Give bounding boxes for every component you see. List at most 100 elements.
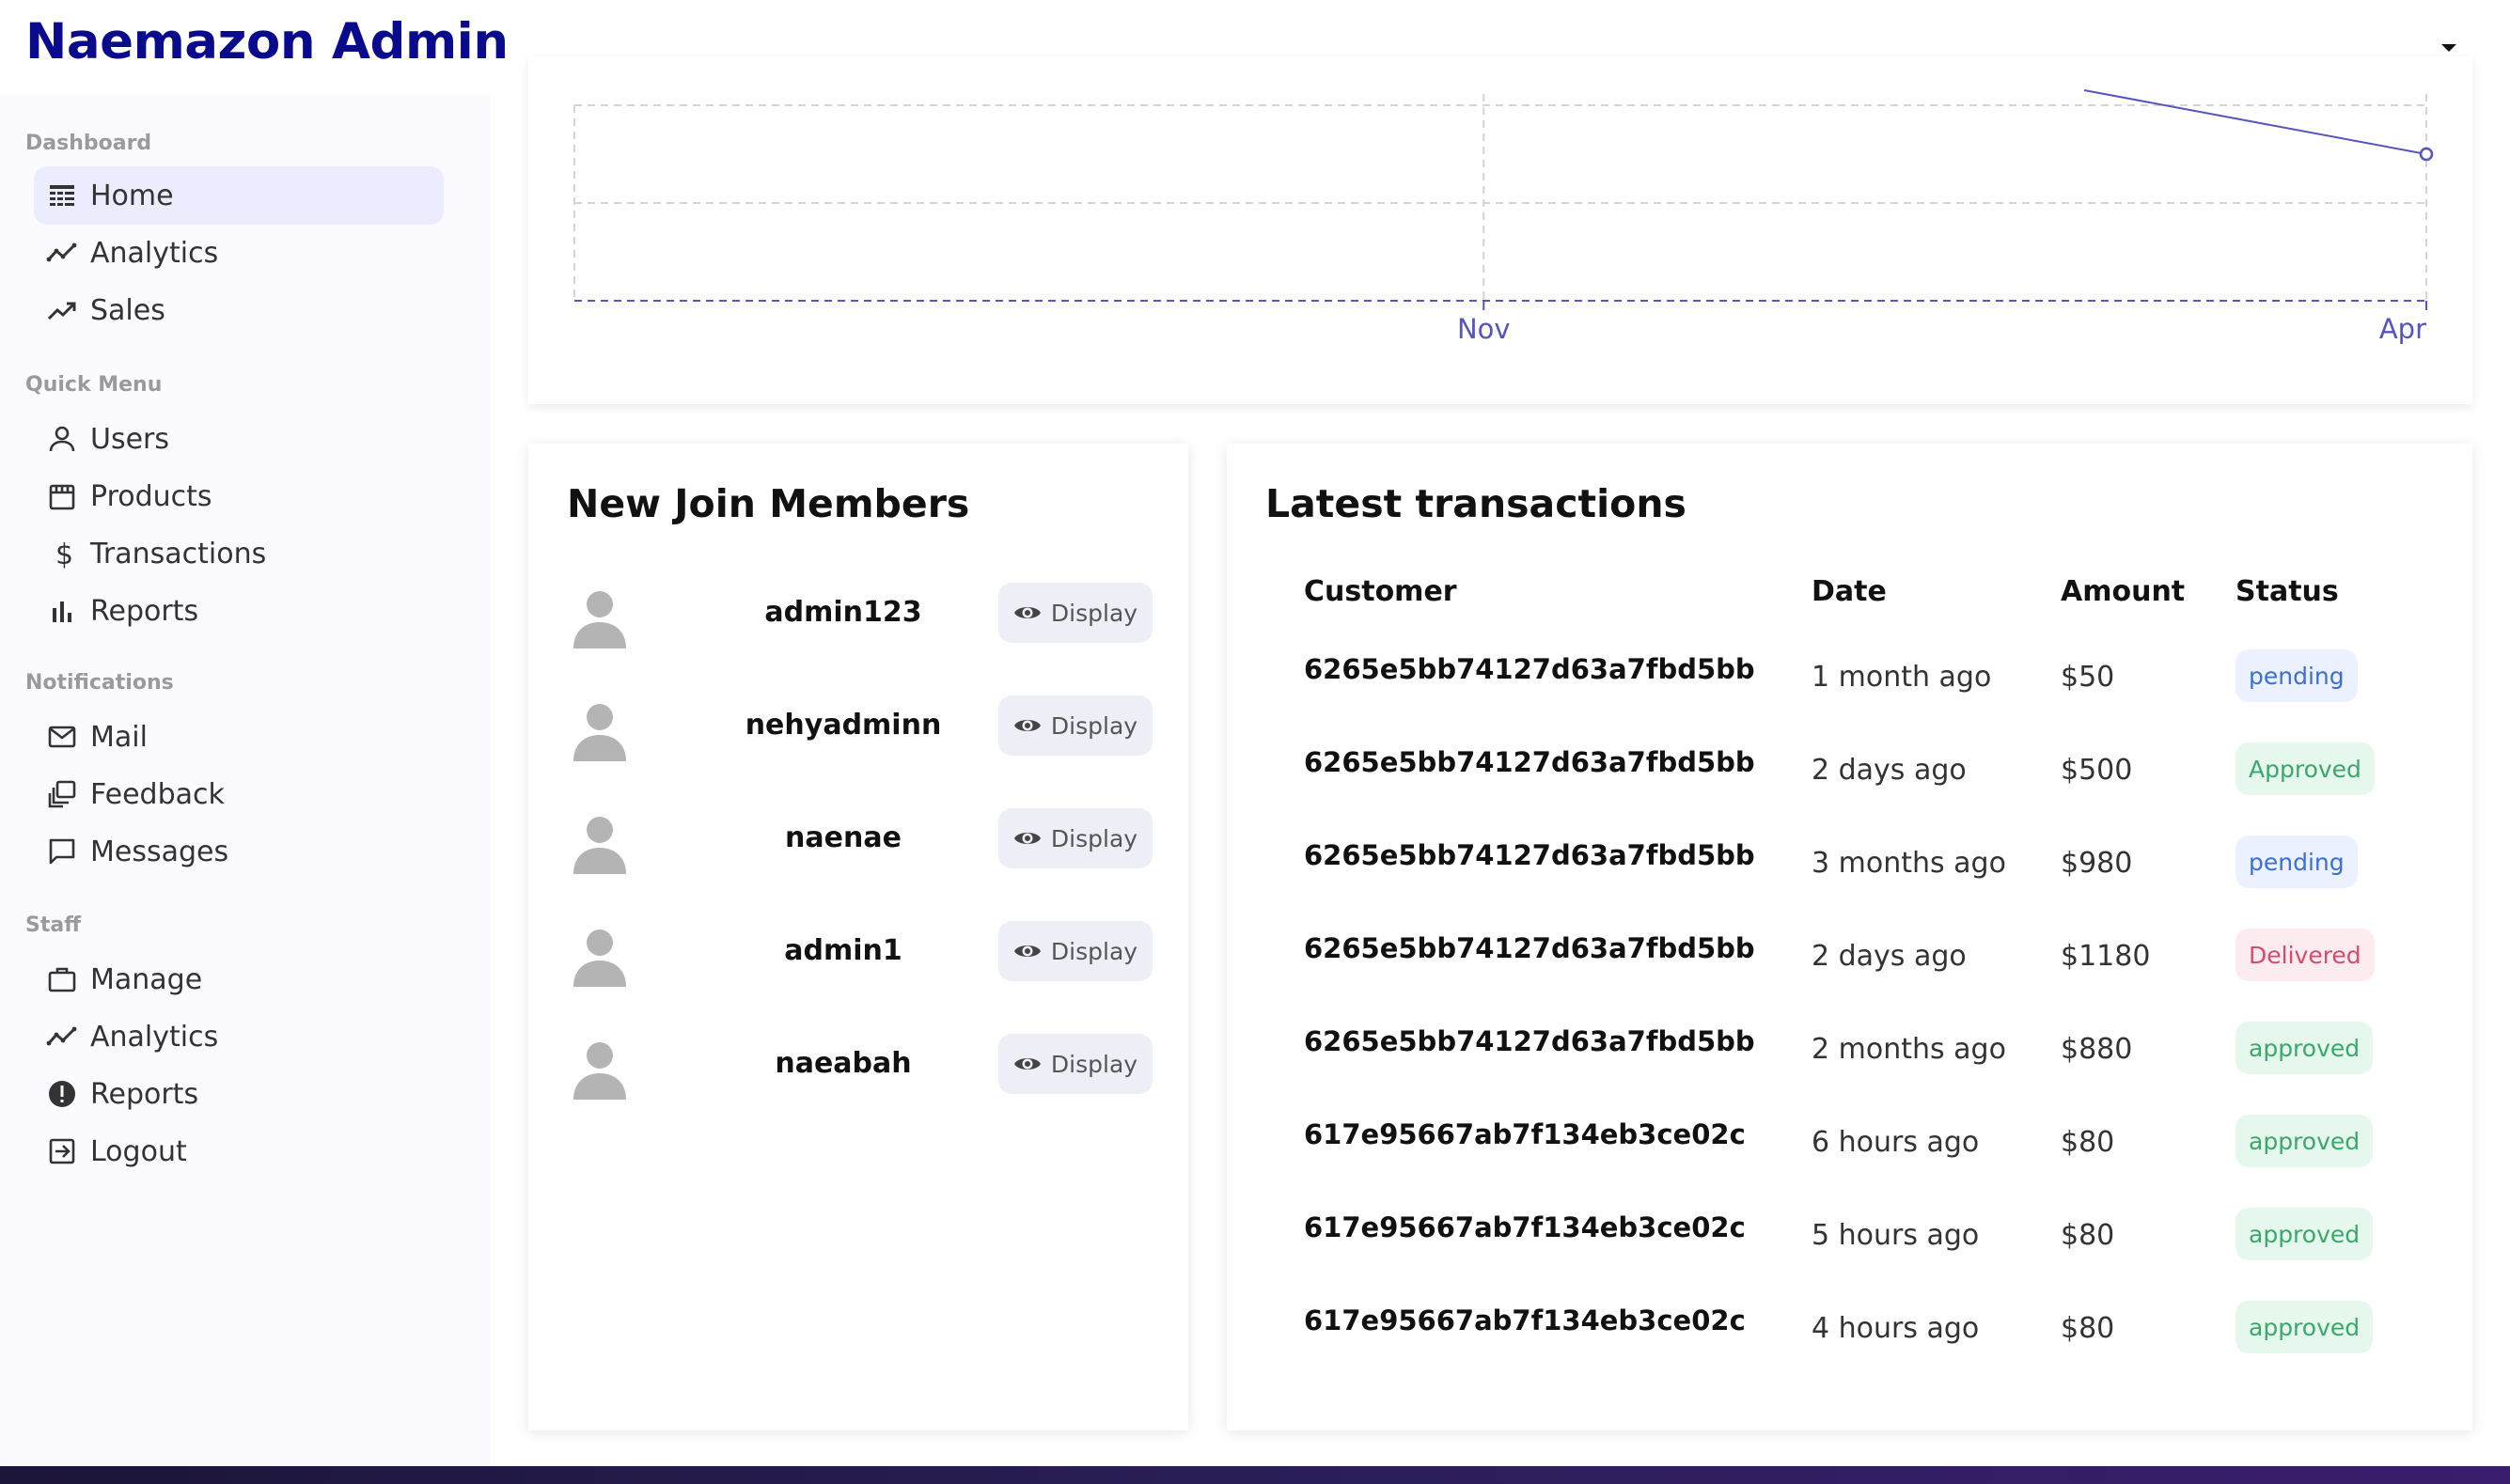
sidebar-item-products[interactable]: Products (34, 467, 444, 525)
transaction-amount: $980 (2061, 847, 2133, 880)
display-button-label: Display (1050, 711, 1138, 740)
sidebar-item-label: Reports (90, 594, 199, 628)
timeline-icon (45, 236, 79, 270)
display-button-label: Display (1050, 599, 1138, 627)
sidebar-item-label: Analytics (90, 236, 219, 270)
status-badge: pending (2235, 649, 2358, 702)
eye-icon (1013, 720, 1041, 731)
display-button[interactable]: Display (998, 1034, 1153, 1094)
sidebar-item-feedback[interactable]: Feedback (34, 765, 444, 823)
avatar-icon (573, 929, 626, 987)
sidebar-item-sales[interactable]: Sales (34, 281, 444, 339)
sidebar-item-label: Products (90, 479, 212, 513)
sidebar-item-messages[interactable]: Messages (34, 822, 444, 881)
display-button[interactable]: Display (998, 921, 1153, 981)
sidebar-item-label: Users (90, 422, 170, 456)
window-bottom-edge (0, 1466, 2510, 1484)
table-row[interactable]: 6265e5bb74127d63a7fbd5bb 2 months ago $880… (1227, 1022, 2472, 1118)
transaction-amount: $50 (2061, 661, 2115, 694)
sidebar-item-label: Sales (90, 293, 165, 327)
column-header-amount: Amount (2061, 575, 2186, 608)
display-button-label: Display (1050, 824, 1138, 852)
avatar-icon (573, 817, 626, 874)
transaction-date: 6 hours ago (1812, 1126, 1980, 1159)
status-badge: approved (2235, 1301, 2374, 1353)
table-row[interactable]: 6265e5bb74127d63a7fbd5bb 3 months ago $980… (1227, 836, 2472, 932)
table-row[interactable]: 617e95667ab7f134eb3ce02c 6 hours ago $80 ap… (1227, 1115, 2472, 1211)
table-row[interactable]: 617e95667ab7f134eb3ce02c 5 hours ago $80 ap… (1227, 1208, 2472, 1304)
sidebar-item-manage[interactable]: Manage (34, 950, 444, 1008)
widget-title: New Join Members (567, 481, 970, 526)
customer-id: 6265e5bb74127d63a7fbd5bb (1304, 839, 1755, 871)
data-point (2419, 147, 2434, 162)
sidebar-item-users[interactable]: Users (34, 410, 444, 468)
display-button[interactable]: Display (998, 583, 1153, 643)
member-row: nehyadminn Display (528, 690, 1188, 765)
transaction-date: 4 hours ago (1812, 1312, 1980, 1345)
new-members-widget: New Join Members admin123 Display nehyadmi… (528, 444, 1188, 1430)
eye-icon (1013, 1058, 1041, 1070)
table-row[interactable]: 6265e5bb74127d63a7fbd5bb 1 month ago $50 pe… (1227, 649, 2472, 746)
customer-id: 6265e5bb74127d63a7fbd5bb (1304, 653, 1755, 685)
member-row: naenae Display (528, 803, 1188, 878)
display-button[interactable]: Display (998, 695, 1153, 756)
sidebar-section-title: Notifications (25, 671, 174, 695)
customer-id: 6265e5bb74127d63a7fbd5bb (1304, 746, 1755, 778)
table-row[interactable]: 617e95667ab7f134eb3ce02c 4 hours ago $80 ap… (1227, 1301, 2472, 1398)
sidebar-item-mail[interactable]: Mail (34, 708, 444, 766)
sidebar-item-analytics[interactable]: Analytics (34, 1008, 444, 1066)
trending-up-icon (45, 293, 79, 327)
transaction-date: 2 months ago (1812, 1033, 2006, 1066)
dollar-icon: $ (45, 537, 79, 570)
eye-icon (1013, 833, 1041, 844)
line-chart: Nov Apr (573, 89, 2434, 345)
mail-icon (45, 720, 79, 754)
eye-icon (1013, 607, 1041, 618)
sidebar-item-analytics[interactable]: Analytics (34, 224, 444, 282)
report-icon (45, 1077, 79, 1111)
sidebar-item-label: Transactions (90, 537, 267, 570)
member-username: naenae (785, 821, 902, 854)
status-badge: pending (2235, 836, 2358, 888)
transaction-date: 5 hours ago (1812, 1219, 1980, 1252)
analytics-chart-card: Nov Apr (528, 56, 2472, 404)
sidebar-section-title: Dashboard (25, 132, 152, 155)
status-badge: Approved (2235, 742, 2375, 795)
sidebar-item-label: Home (90, 179, 174, 212)
display-button[interactable]: Display (998, 808, 1153, 868)
sidebar-item-logout[interactable]: Logout (34, 1122, 444, 1180)
bar-chart-icon (45, 594, 79, 628)
user-icon (45, 422, 79, 456)
member-username: admin1 (784, 934, 902, 967)
member-row: admin1 Display (528, 915, 1188, 991)
transaction-amount: $80 (2061, 1312, 2115, 1345)
sidebar-item-home[interactable]: Home (34, 166, 444, 225)
member-username: nehyadminn (745, 709, 942, 742)
transaction-date: 3 months ago (1812, 847, 2006, 880)
sidebar-item-reports[interactable]: Reports (34, 1065, 444, 1123)
transaction-date: 1 month ago (1812, 661, 1992, 694)
display-button-label: Display (1050, 937, 1138, 965)
app-logo[interactable]: Naemazon Admin (25, 13, 509, 70)
feedback-icon (45, 777, 79, 811)
caret-down-icon[interactable] (2436, 36, 2462, 58)
sidebar-item-label: Reports (90, 1077, 199, 1111)
display-button-label: Display (1050, 1050, 1138, 1078)
status-badge: approved (2235, 1115, 2374, 1167)
sidebar-item-transactions[interactable]: $ Transactions (34, 524, 444, 583)
sidebar-section-title: Staff (25, 914, 82, 937)
svg-text:$: $ (55, 539, 73, 570)
widget-title: Latest transactions (1265, 481, 1686, 526)
member-username: naeabah (775, 1047, 912, 1080)
transaction-amount: $1180 (2061, 940, 2151, 973)
column-header-date: Date (1812, 575, 1887, 608)
table-row[interactable]: 6265e5bb74127d63a7fbd5bb 2 days ago $1180 D… (1227, 929, 2472, 1025)
home-icon (45, 179, 79, 212)
timeline-icon (45, 1020, 79, 1054)
table-row[interactable]: 6265e5bb74127d63a7fbd5bb 2 days ago $500 Ap… (1227, 742, 2472, 839)
sidebar-section-title: Quick Menu (25, 373, 163, 397)
logout-icon (45, 1134, 79, 1168)
sidebar-item-reports[interactable]: Reports (34, 582, 444, 640)
status-badge: approved (2235, 1208, 2374, 1260)
chat-icon (45, 835, 79, 868)
